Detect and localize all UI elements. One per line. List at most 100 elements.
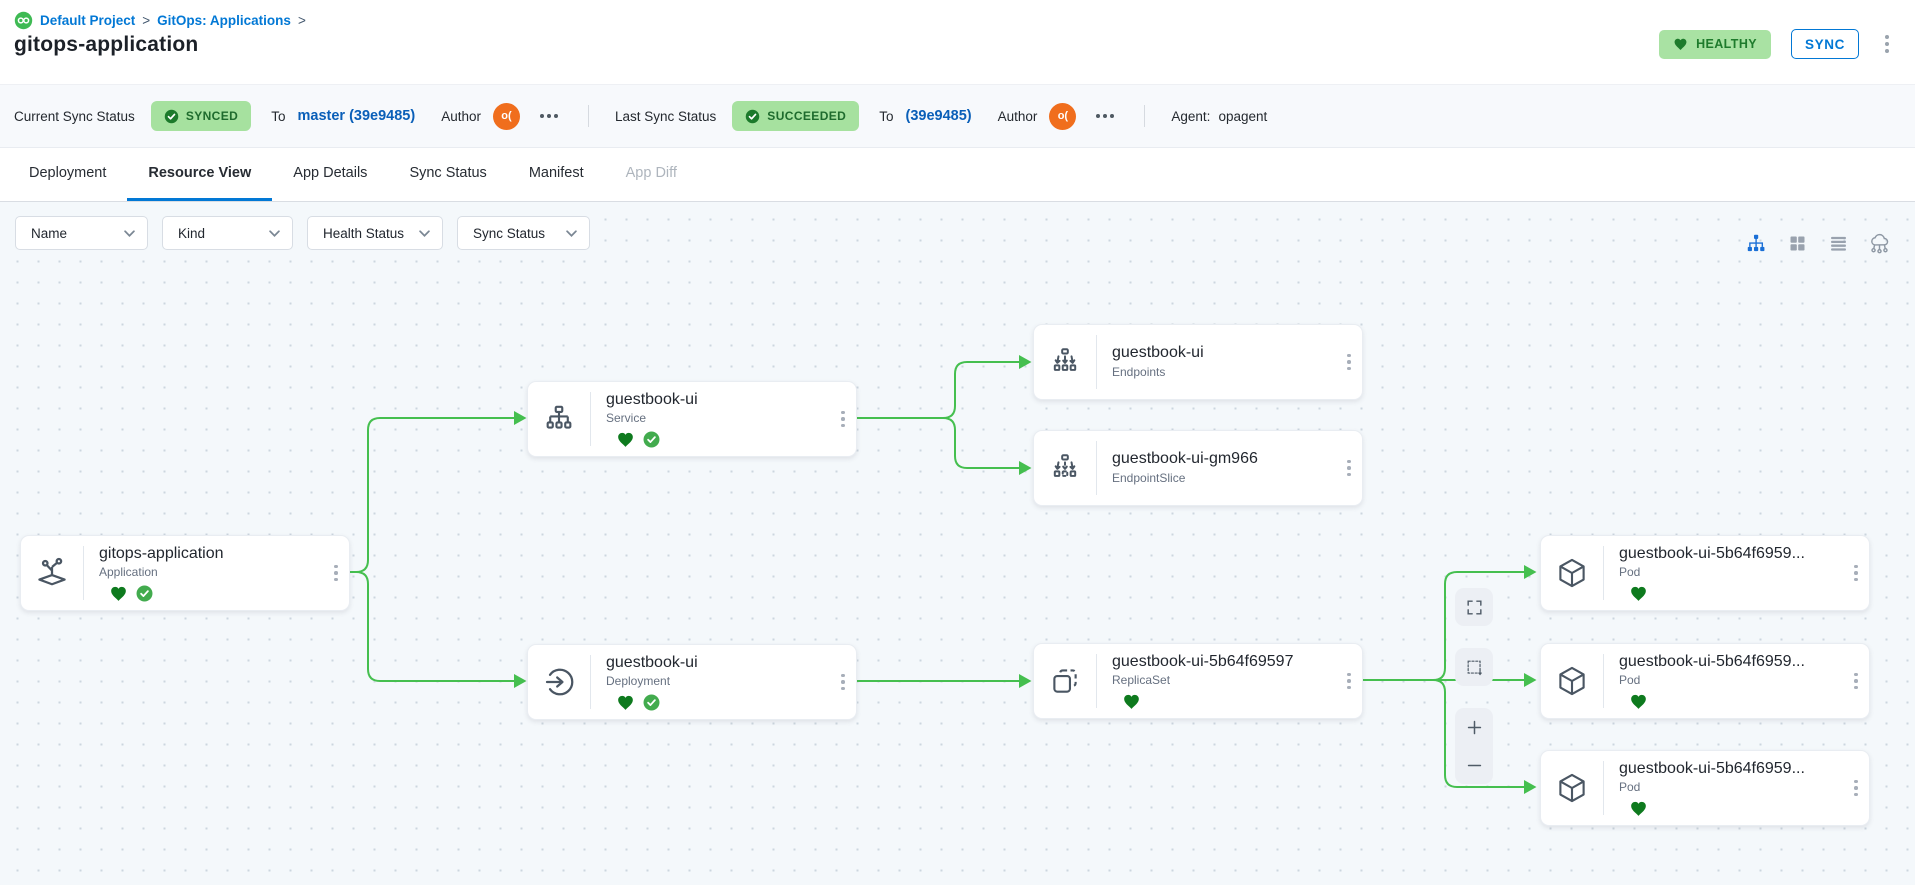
breadcrumb-applications-link[interactable]: GitOps: Applications <box>157 13 291 28</box>
current-sync-target-link[interactable]: master (39e9485) <box>298 108 416 124</box>
node-title: guestbook-ui <box>606 390 826 409</box>
breadcrumb-project-link[interactable]: Default Project <box>40 13 135 28</box>
node-menu-button[interactable] <box>1843 644 1869 718</box>
node-body: guestbook-ui Service <box>591 382 830 456</box>
node-title: guestbook-ui-5b64f6959... <box>1619 759 1839 778</box>
healthy-heart-icon <box>1629 800 1648 817</box>
graph-node-replicaset[interactable]: guestbook-ui-5b64f69597 ReplicaSet <box>1033 643 1363 719</box>
tab-bar: Deployment Resource View App Details Syn… <box>0 148 1915 202</box>
node-title: guestbook-ui-5b64f6959... <box>1619 544 1839 563</box>
node-status <box>616 694 826 711</box>
kind-filter-dropdown[interactable]: Kind <box>162 216 293 250</box>
check-circle-icon <box>164 109 179 124</box>
header-more-menu-button[interactable] <box>1879 31 1895 57</box>
last-sync-status-badge: SUCCEEDED <box>732 101 859 131</box>
node-kind: ReplicaSet <box>1112 673 1332 689</box>
pod-icon <box>1541 644 1603 718</box>
author-label: Author <box>441 109 481 124</box>
replicaset-icon <box>1034 644 1096 718</box>
node-title: guestbook-ui <box>1112 343 1332 363</box>
node-menu-button[interactable] <box>1336 325 1362 399</box>
graph-node-pod-1[interactable]: guestbook-ui-5b64f6959... Pod <box>1540 535 1870 611</box>
graph-node-deployment[interactable]: guestbook-ui Deployment <box>527 644 857 720</box>
node-menu-button[interactable] <box>1336 431 1362 505</box>
tab-app-diff: App Diff <box>605 148 698 201</box>
check-circle-icon <box>745 109 760 124</box>
node-kind: Application <box>99 565 319 581</box>
application-icon <box>21 536 83 610</box>
marquee-select-button[interactable] <box>1455 648 1493 686</box>
health-status-filter-dropdown[interactable]: Health Status <box>307 216 443 250</box>
tab-sync-status[interactable]: Sync Status <box>388 148 507 201</box>
node-menu-button[interactable] <box>830 382 856 456</box>
breadcrumb-separator: > <box>142 13 150 28</box>
node-body: guestbook-ui Deployment <box>591 645 830 719</box>
node-kind: EndpointSlice <box>1112 471 1332 487</box>
graph-node-endpointslice[interactable]: guestbook-ui-gm966 EndpointSlice <box>1033 430 1363 506</box>
node-kind: Deployment <box>606 674 826 690</box>
sync-status-filter-dropdown[interactable]: Sync Status <box>457 216 590 250</box>
healthy-heart-icon <box>616 694 635 711</box>
tab-deployment[interactable]: Deployment <box>8 148 127 201</box>
graph-node-pod-3[interactable]: guestbook-ui-5b64f6959... Pod <box>1540 750 1870 826</box>
node-status <box>616 431 826 448</box>
sync-status-filter-label: Sync Status <box>473 226 545 241</box>
to-label: To <box>271 109 285 124</box>
health-status-filter-label: Health Status <box>323 226 404 241</box>
node-menu-button[interactable] <box>1843 536 1869 610</box>
chevron-down-icon <box>419 230 430 237</box>
zoom-out-button[interactable] <box>1455 746 1493 784</box>
node-title: guestbook-ui-5b64f6959... <box>1619 652 1839 671</box>
author-avatar[interactable]: o( <box>1049 103 1076 130</box>
node-body: guestbook-ui-5b64f69597 ReplicaSet <box>1097 644 1336 718</box>
node-body: gitops-application Application <box>84 536 323 610</box>
node-menu-button[interactable] <box>323 536 349 610</box>
synced-check-icon <box>136 585 153 602</box>
graph-node-application[interactable]: gitops-application Application <box>20 535 350 611</box>
node-title: guestbook-ui <box>606 653 826 672</box>
grid-view-button[interactable] <box>1785 231 1809 255</box>
last-sync-status-label: Last Sync Status <box>615 109 716 124</box>
graph-node-endpoints[interactable]: guestbook-ui Endpoints <box>1033 324 1363 400</box>
fit-to-screen-button[interactable] <box>1455 588 1493 626</box>
node-kind: Service <box>606 411 826 427</box>
current-more-options-icon[interactable] <box>536 110 562 122</box>
service-icon <box>528 382 590 456</box>
zoom-in-button[interactable] <box>1455 708 1493 746</box>
tab-resource-view[interactable]: Resource View <box>127 148 272 201</box>
resource-tree-canvas[interactable]: Name Kind Health Status Sync Status <box>0 202 1915 885</box>
node-menu-button[interactable] <box>1336 644 1362 718</box>
last-sync-target-link[interactable]: (39e9485) <box>906 108 972 124</box>
node-menu-button[interactable] <box>830 645 856 719</box>
deployment-icon <box>528 645 590 719</box>
name-filter-dropdown[interactable]: Name <box>15 216 148 250</box>
node-body: guestbook-ui-gm966 EndpointSlice <box>1097 431 1336 505</box>
node-title: guestbook-ui-gm966 <box>1112 449 1332 469</box>
sync-button[interactable]: SYNC <box>1791 29 1859 59</box>
breadcrumb-separator: > <box>298 13 306 28</box>
kind-filter-label: Kind <box>178 226 205 241</box>
synced-check-icon <box>643 694 660 711</box>
health-badge-label: HEALTHY <box>1696 37 1757 51</box>
node-menu-button[interactable] <box>1843 751 1869 825</box>
node-kind: Endpoints <box>1112 365 1332 381</box>
health-status-badge: HEALTHY <box>1659 30 1771 59</box>
network-view-button[interactable] <box>1867 231 1891 255</box>
author-avatar[interactable]: o( <box>493 103 520 130</box>
node-kind: Pod <box>1619 780 1839 796</box>
current-sync-status-label: Current Sync Status <box>14 109 135 124</box>
endpointslice-icon <box>1034 431 1096 505</box>
tab-app-details[interactable]: App Details <box>272 148 388 201</box>
list-view-button[interactable] <box>1826 231 1850 255</box>
node-status <box>1629 800 1839 817</box>
node-title: gitops-application <box>99 544 319 563</box>
synced-check-icon <box>643 431 660 448</box>
page-title: gitops-application <box>14 33 198 57</box>
graph-node-service[interactable]: guestbook-ui Service <box>527 381 857 457</box>
graph-node-pod-2[interactable]: guestbook-ui-5b64f6959... Pod <box>1540 643 1870 719</box>
gitops-logo-icon <box>14 11 33 30</box>
tab-manifest[interactable]: Manifest <box>508 148 605 201</box>
tree-view-button[interactable] <box>1744 231 1768 255</box>
healthy-heart-icon <box>616 431 635 448</box>
last-more-options-icon[interactable] <box>1092 110 1118 122</box>
